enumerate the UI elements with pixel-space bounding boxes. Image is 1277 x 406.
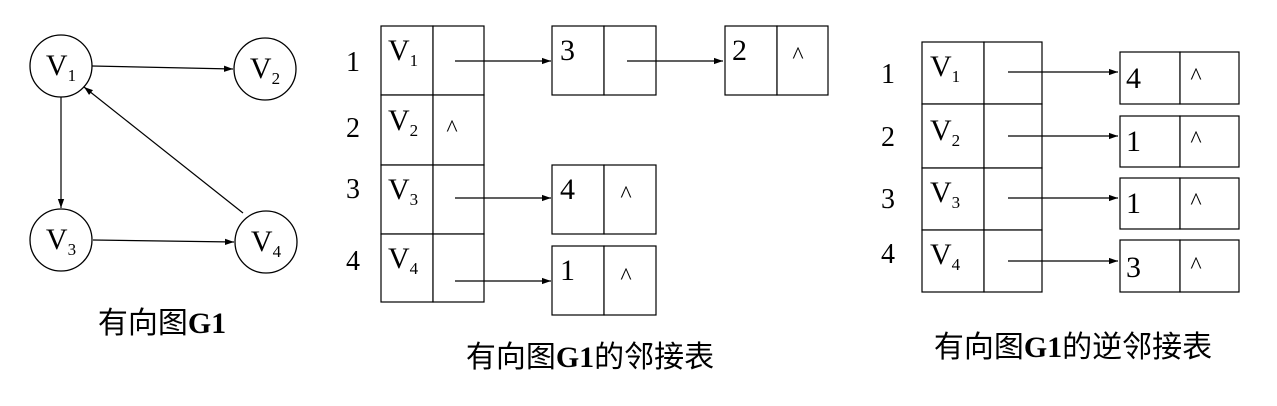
inv-edge-node: 1 ^ <box>1119 115 1240 168</box>
diagram-canvas: V1 V2 V3 V4 有向图G1 1 V1 3 2 ^ 2 V2 ^ 3 V3… <box>29 25 1240 374</box>
adj-edge-node: 2 ^ <box>724 25 829 96</box>
inv-row-3: 3 V3 1 ^ <box>881 167 1240 231</box>
inv-row-4: 4 V4 3 ^ <box>881 229 1240 293</box>
inv-row-1: 1 V1 4 ^ <box>881 41 1240 105</box>
inv-edge-node: 4 ^ <box>1119 51 1240 105</box>
adj-row-2: 2 V2 ^ <box>346 94 485 166</box>
null-pointer: ^ <box>1190 189 1201 215</box>
inverse-adjacency-list-caption: 有向图G1的逆邻接表 <box>934 331 1212 364</box>
null-pointer: ^ <box>1190 127 1201 153</box>
edge-v1-v2 <box>91 65 234 72</box>
svg-text:3: 3 <box>1126 251 1141 284</box>
adj-row-index: 3 <box>346 174 360 205</box>
graph-node-v2: V2 <box>233 37 297 101</box>
inv-row-index: 3 <box>881 184 895 215</box>
null-pointer: ^ <box>1190 64 1201 90</box>
svg-text:1: 1 <box>1126 125 1141 158</box>
svg-text:1: 1 <box>1126 187 1141 220</box>
adjacency-list-caption: 有向图G1的邻接表 <box>466 341 714 374</box>
adj-row-3: 3 V3 4 ^ <box>346 164 657 235</box>
null-pointer: ^ <box>792 43 803 69</box>
svg-text:1: 1 <box>560 254 575 287</box>
adj-edge-node: 1 ^ <box>551 245 657 316</box>
inv-row-index: 4 <box>881 239 895 270</box>
null-pointer: ^ <box>446 116 457 142</box>
adjacency-list: 1 V1 3 2 ^ 2 V2 ^ 3 V3 4 ^ 4 V4 1 ^ 有向图G… <box>346 25 829 374</box>
adj-row-4: 4 V4 1 ^ <box>346 233 657 316</box>
svg-text:4: 4 <box>1126 62 1141 95</box>
null-pointer: ^ <box>620 182 631 208</box>
adj-row-index: 1 <box>346 47 360 78</box>
edge-v3-v4 <box>92 238 235 246</box>
svg-text:4: 4 <box>560 173 575 206</box>
inv-row-index: 2 <box>881 122 895 153</box>
graph-node-v3: V3 <box>29 208 93 272</box>
directed-graph: V1 V2 V3 V4 有向图G1 <box>29 34 298 340</box>
null-pointer: ^ <box>1190 253 1201 279</box>
adj-edge-node: 4 ^ <box>551 164 657 235</box>
inverse-adjacency-list: 1 V1 4 ^ 2 V2 1 ^ 3 V3 1 ^ 4 V4 3 ^ 有向图G… <box>881 41 1240 364</box>
adj-row-index: 2 <box>346 113 360 144</box>
null-pointer: ^ <box>620 264 631 290</box>
graph-node-v4: V4 <box>234 210 298 274</box>
inv-row-2: 2 V2 1 ^ <box>881 103 1240 169</box>
graph-caption: 有向图G1 <box>98 307 226 340</box>
graph-node-v1: V1 <box>29 34 93 98</box>
svg-text:3: 3 <box>560 34 575 67</box>
inv-edge-node: 1 ^ <box>1119 177 1240 230</box>
graph-edges <box>57 65 244 246</box>
edge-v4-v1 <box>83 86 244 214</box>
adj-row-index: 4 <box>346 246 360 277</box>
inv-edge-node: 3 ^ <box>1119 239 1240 293</box>
svg-text:2: 2 <box>732 34 747 67</box>
inv-row-index: 1 <box>881 59 895 90</box>
adj-row-1: 1 V1 3 2 ^ <box>346 25 829 96</box>
